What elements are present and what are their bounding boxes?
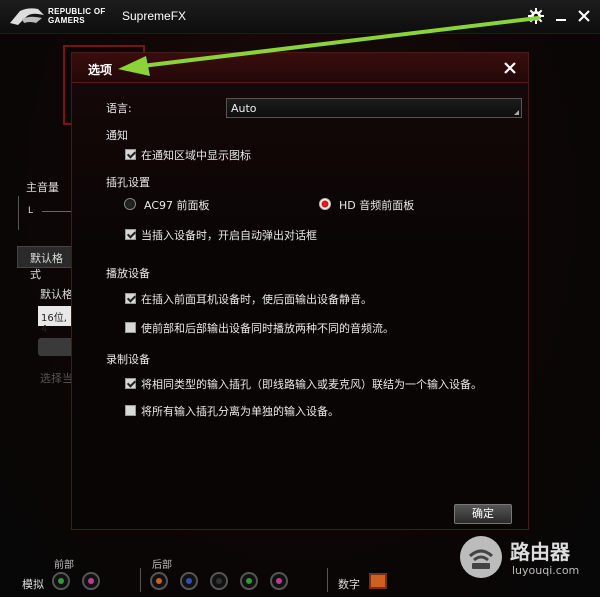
merge-inputs-checkbox[interactable] — [125, 378, 136, 389]
watermark-text: 路由器 — [510, 540, 570, 564]
jack-pink-dot — [276, 578, 282, 584]
options-dialog: 选项 语言: Auto 通知 在通知区域中显示图标 插孔设置 AC97 前面板 … — [71, 52, 529, 530]
dual-stream-checkbox[interactable] — [125, 322, 136, 333]
close-app-button[interactable] — [574, 6, 594, 26]
master-volume-label: 主音量 — [26, 181, 59, 194]
minimize-button[interactable] — [551, 6, 571, 26]
language-select[interactable]: Auto — [226, 98, 522, 118]
rear-jack-green[interactable] — [240, 572, 258, 590]
dual-stream-label: 使前部和后部输出设备同时播放两种不同的音频流。 — [141, 322, 394, 335]
front-jack-green[interactable] — [52, 572, 70, 590]
settings-button[interactable] — [526, 6, 546, 26]
channel-left-label: L — [28, 206, 34, 216]
mute-rear-label: 在插入前面耳机设备时，使后面输出设备静音。 — [141, 293, 372, 306]
separate-inputs-label: 将所有输入插孔分离为单独的输入设备。 — [141, 405, 339, 418]
title-bar: REPUBLIC OF GAMERS SupremeFX — [0, 0, 600, 34]
app-title: SupremeFX — [122, 9, 187, 23]
close-icon — [578, 10, 590, 22]
divider — [140, 568, 141, 592]
jack-green-dot — [58, 578, 64, 584]
watermark-url: luyouqi.com — [512, 564, 580, 577]
rog-logo-icon — [10, 8, 44, 26]
playback-section-title: 播放设备 — [106, 267, 150, 280]
digital-port-icon[interactable] — [369, 573, 387, 589]
ac97-radio[interactable] — [124, 198, 136, 210]
tray-icon-label: 在通知区域中显示图标 — [141, 149, 251, 162]
test-button[interactable] — [38, 338, 74, 356]
brand-line-2: GAMERS — [48, 16, 85, 25]
rear-jack-orange[interactable] — [150, 572, 168, 590]
jack-green-dot — [246, 578, 252, 584]
jack-black-dot — [216, 578, 222, 584]
brand-text: REPUBLIC OF GAMERS — [48, 7, 106, 25]
hd-audio-radio[interactable] — [319, 198, 331, 210]
dialog-title: 选项 — [88, 63, 113, 77]
ac97-label: AC97 前面板 — [144, 199, 210, 212]
jack-section-title: 插孔设置 — [106, 176, 150, 189]
rear-label: 后部 — [152, 560, 172, 571]
tab-default-format[interactable]: 默认格式 — [17, 246, 77, 281]
language-label: 语言: — [106, 102, 132, 115]
tray-icon-checkbox[interactable] — [125, 149, 136, 160]
rear-jack-pink[interactable] — [270, 572, 288, 590]
merge-inputs-label: 将相同类型的输入插孔（即线路输入或麦克风）联结为一个输入设备。 — [141, 378, 482, 391]
router-logo-icon — [460, 536, 502, 578]
notify-section-title: 通知 — [106, 129, 128, 142]
dropdown-arrow-icon — [514, 110, 519, 115]
rear-jack-blue[interactable] — [180, 572, 198, 590]
auto-popup-checkbox[interactable] — [125, 229, 136, 240]
rear-jack-black[interactable] — [210, 572, 228, 590]
master-volume-frame — [18, 196, 78, 230]
jack-orange-dot — [156, 578, 162, 584]
gear-icon — [528, 8, 544, 24]
divider — [327, 568, 328, 592]
separate-inputs-checkbox[interactable] — [125, 405, 136, 416]
format-select[interactable]: 16位, 4 — [38, 306, 74, 335]
mute-rear-checkbox[interactable] — [125, 293, 136, 304]
analog-label: 模拟 — [22, 578, 44, 591]
record-section-title: 录制设备 — [106, 353, 150, 366]
close-icon[interactable] — [502, 60, 518, 76]
brand-line-1: REPUBLIC OF — [48, 7, 106, 16]
hd-audio-label: HD 音频前面板 — [339, 199, 415, 212]
ok-button[interactable]: 确定 — [454, 504, 512, 524]
jack-pink-dot — [88, 578, 94, 584]
jack-blue-dot — [186, 578, 192, 584]
front-label: 前部 — [54, 560, 74, 571]
default-format-label: 默认格 — [40, 288, 73, 301]
digital-label: 数字 — [338, 578, 360, 591]
minimize-icon — [556, 19, 566, 21]
language-value: Auto — [231, 102, 257, 115]
front-jack-pink[interactable] — [82, 572, 100, 590]
select-hint: 选择当 — [40, 372, 73, 385]
auto-popup-label: 当插入设备时，开启自动弹出对话框 — [141, 229, 317, 242]
dialog-header: 选项 — [72, 53, 528, 83]
